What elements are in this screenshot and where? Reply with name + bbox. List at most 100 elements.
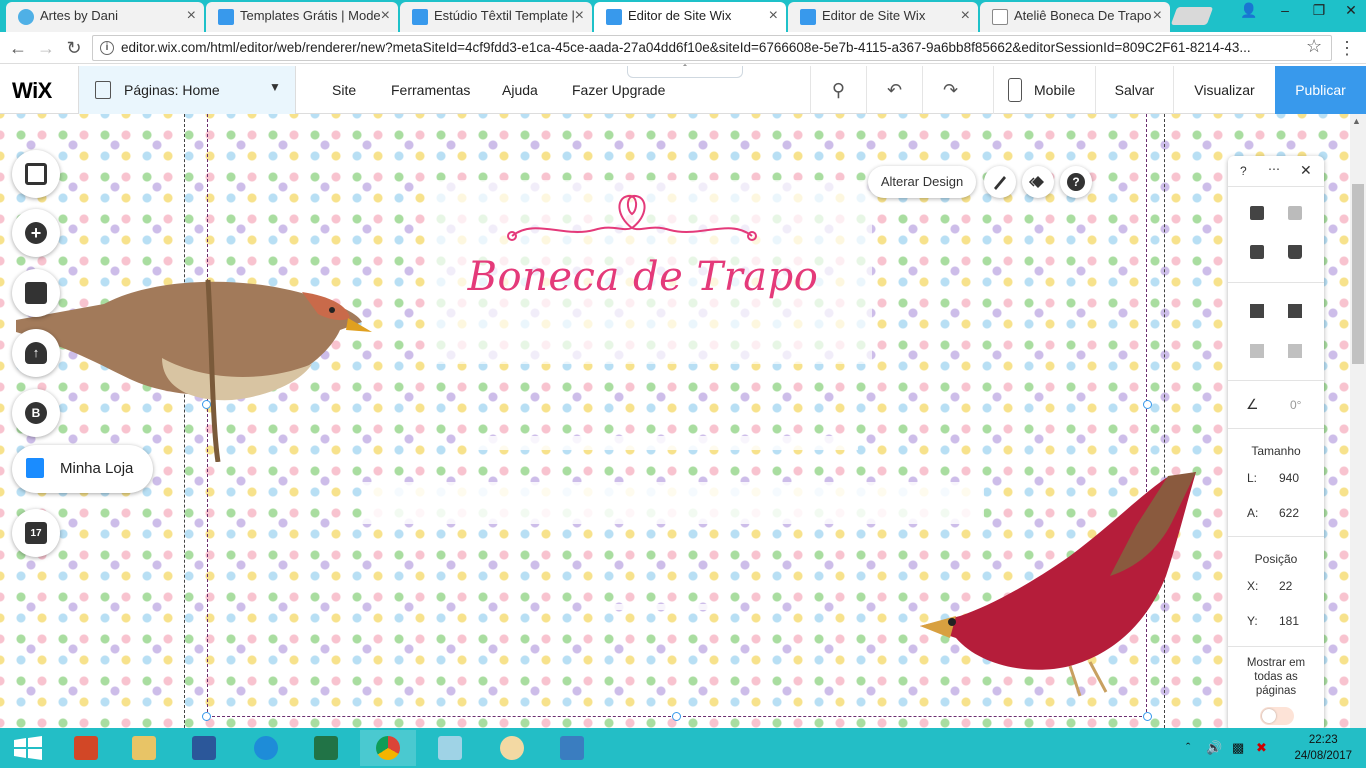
menu-help[interactable]: Ajuda: [502, 82, 538, 98]
notification-icon[interactable]: ✖: [1256, 740, 1267, 756]
background-button[interactable]: [12, 150, 60, 198]
taskbar-file-explorer[interactable]: [116, 730, 172, 766]
my-store-button[interactable]: Minha Loja: [12, 445, 153, 493]
system-clock[interactable]: 22:23 24/08/2017: [1294, 732, 1352, 764]
show-on-all-pages-toggle[interactable]: [1260, 707, 1294, 725]
bookings-icon: 17: [25, 522, 47, 544]
resize-handle[interactable]: [202, 712, 211, 721]
redo-icon[interactable]: ↷: [922, 66, 978, 114]
reload-icon[interactable]: ↻: [62, 36, 86, 60]
paste-icon[interactable]: [1288, 206, 1302, 220]
panel-help-icon[interactable]: ?: [1240, 164, 1247, 178]
collapse-toolbar-button[interactable]: ˆ: [627, 65, 743, 78]
change-design-button[interactable]: Alterar Design: [868, 166, 976, 198]
panel-close-icon[interactable]: ✕: [1300, 162, 1312, 179]
taskbar-chrome[interactable]: [360, 730, 416, 766]
menu-site[interactable]: Site: [332, 82, 356, 98]
taskbar-word[interactable]: [176, 730, 232, 766]
animation-button[interactable]: [1022, 166, 1054, 198]
browser-menu-icon[interactable]: ⋮: [1338, 38, 1356, 59]
new-tab-button[interactable]: [1170, 7, 1214, 25]
start-button[interactable]: [0, 730, 56, 766]
y-field[interactable]: 181: [1279, 614, 1299, 628]
internet-explorer-icon: [254, 736, 278, 760]
add-button[interactable]: +: [12, 209, 60, 257]
minimize-icon[interactable]: –: [1268, 0, 1302, 24]
bird-image-left[interactable]: [12, 262, 372, 462]
close-icon[interactable]: ×: [769, 2, 778, 30]
undo-icon[interactable]: ↶: [866, 66, 922, 114]
design-brush-button[interactable]: [984, 166, 1016, 198]
app-market-button[interactable]: [12, 269, 60, 317]
browser-tab[interactable]: Templates Grátis | Mode ×: [206, 2, 398, 32]
powerpoint-icon: [74, 736, 98, 760]
hidden-text-line: [478, 436, 858, 450]
close-icon[interactable]: ×: [961, 2, 970, 30]
rotate-icon[interactable]: ∠: [1246, 396, 1259, 413]
save-button[interactable]: Salvar: [1095, 66, 1173, 114]
zoom-out-icon[interactable]: ⚲: [810, 66, 866, 114]
blog-button[interactable]: B: [12, 389, 60, 437]
close-icon[interactable]: ×: [1153, 2, 1162, 30]
align-icon[interactable]: [1288, 304, 1302, 318]
drag-handle-icon[interactable]: ⋯: [1268, 162, 1281, 176]
menu-upgrade[interactable]: Fazer Upgrade: [572, 82, 665, 98]
back-icon[interactable]: ←: [6, 36, 30, 60]
url-field[interactable]: i editor.wix.com/html/editor/web/rendere…: [92, 35, 1332, 61]
clock-time: 22:23: [1308, 734, 1338, 746]
taskbar-excel[interactable]: [298, 730, 354, 766]
browser-tab[interactable]: Editor de Site Wix ×: [788, 2, 978, 32]
taskbar-paint[interactable]: [484, 730, 540, 766]
close-icon[interactable]: ×: [575, 2, 584, 30]
browser-tab[interactable]: Estúdio Têxtil Template | ×: [400, 2, 592, 32]
user-profile-icon[interactable]: 👤: [1232, 0, 1266, 24]
x-field[interactable]: 22: [1279, 579, 1292, 593]
divider: [1228, 380, 1324, 381]
excel-icon: [314, 736, 338, 760]
window-close-icon[interactable]: ✕: [1334, 0, 1366, 24]
scrollbar-thumb[interactable]: [1352, 184, 1364, 364]
divider: [1228, 646, 1324, 647]
rotation-value[interactable]: 0°: [1290, 398, 1301, 412]
upload-button[interactable]: ↑: [12, 329, 60, 377]
distribute-icon[interactable]: [1250, 344, 1264, 358]
scroll-up-icon[interactable]: ▲: [1352, 116, 1361, 126]
site-info-icon[interactable]: i: [100, 41, 114, 55]
network-icon[interactable]: ▩: [1232, 740, 1244, 756]
browser-tab-active[interactable]: Editor de Site Wix ×: [594, 2, 786, 32]
mobile-label: Mobile: [1034, 82, 1076, 98]
resize-handle[interactable]: [1143, 400, 1152, 409]
resize-handle[interactable]: [1143, 712, 1152, 721]
editor-canvas[interactable]: Boneca de Trapo + ↑ B 17 Minha Loja Alte…: [0, 114, 1366, 728]
maximize-icon[interactable]: ❐: [1302, 0, 1336, 24]
taskbar-internet-explorer[interactable]: [238, 730, 294, 766]
volume-icon[interactable]: 🔊: [1206, 740, 1222, 756]
browser-tab[interactable]: Ateliê Boneca De Trapo ×: [980, 2, 1170, 32]
width-field[interactable]: 940: [1279, 471, 1299, 485]
bookings-button[interactable]: 17: [12, 509, 60, 557]
duplicate-icon[interactable]: [1250, 245, 1264, 259]
height-field[interactable]: 622: [1279, 506, 1299, 520]
copy-icon[interactable]: [1250, 206, 1264, 220]
close-icon[interactable]: ×: [381, 2, 390, 30]
tray-chevron-icon[interactable]: ˆ: [1186, 740, 1190, 755]
forward-icon[interactable]: →: [34, 36, 58, 60]
publish-button[interactable]: Publicar: [1275, 66, 1366, 114]
arrange-icon[interactable]: [1250, 304, 1264, 318]
browser-tab[interactable]: Artes by Dani ×: [6, 2, 204, 32]
pages-dropdown[interactable]: Páginas: Home ▼: [78, 66, 296, 114]
site-title[interactable]: Boneca de Trapo: [428, 254, 858, 300]
taskbar-notepad[interactable]: [422, 730, 478, 766]
taskbar-powerpoint[interactable]: [58, 730, 114, 766]
resize-handle[interactable]: [672, 712, 681, 721]
match-size-icon[interactable]: [1288, 344, 1302, 358]
help-button[interactable]: ?: [1060, 166, 1092, 198]
bird-image-right[interactable]: [910, 466, 1200, 706]
mobile-view-button[interactable]: Mobile: [993, 66, 1095, 114]
delete-icon[interactable]: [1288, 245, 1302, 259]
taskbar-photos[interactable]: [544, 730, 600, 766]
close-icon[interactable]: ×: [187, 2, 196, 30]
preview-button[interactable]: Visualizar: [1173, 66, 1275, 114]
bookmark-star-icon[interactable]: ☆: [1306, 36, 1322, 57]
menu-tools[interactable]: Ferramentas: [391, 82, 470, 98]
